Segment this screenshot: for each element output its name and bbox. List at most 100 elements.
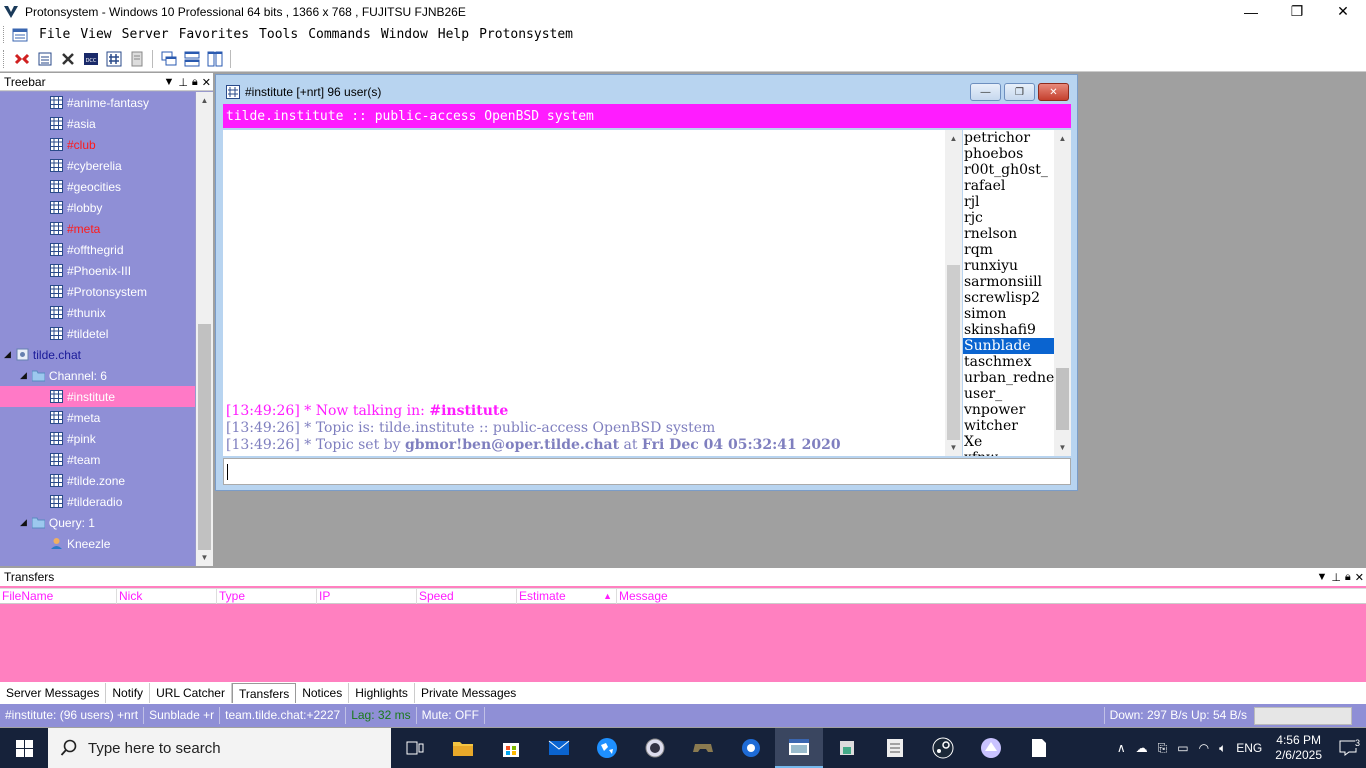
cascade-button[interactable] [157,48,180,70]
child-restore-button[interactable]: ❐ [1004,83,1035,101]
menu-favorites[interactable]: Favorites [174,27,254,42]
scroll-thumb[interactable] [1056,368,1069,430]
tree-item-channel[interactable]: #Protonsystem [0,281,195,302]
taskbar-app-orb[interactable] [631,728,679,768]
expand-arrow-icon[interactable]: ◢ [20,370,27,381]
disconnect-button[interactable] [10,48,33,70]
menu-commands[interactable]: Commands [303,27,376,42]
col-estimate[interactable]: Estimate ▲ [517,589,617,604]
show-hidden-icons[interactable]: ∧ [1112,741,1131,755]
tile-vertical-button[interactable] [203,48,226,70]
tab-server-messages[interactable]: Server Messages [0,683,107,703]
tree-item-channel[interactable]: #tilderadio [0,491,195,512]
clock[interactable]: 4:56 PM 2/6/2025 [1267,733,1330,763]
tree-item-channel[interactable]: #geocities [0,176,195,197]
col-nick[interactable]: Nick [117,589,217,604]
volume-icon[interactable]: 🔈︎ [1214,741,1231,756]
taskbar-protonsystem[interactable] [775,728,823,768]
language-indicator[interactable]: ENG [1231,741,1267,755]
minimize-button[interactable]: — [1228,0,1274,23]
pin-icon[interactable]: ⊥ [178,76,188,89]
menu-view[interactable]: View [75,27,116,42]
dropdown-icon[interactable]: ▼ [163,76,174,88]
taskbar-browser[interactable] [583,728,631,768]
tree-item-channel[interactable]: #tilde.zone [0,470,195,491]
lock-icon[interactable]: 🔒︎ [192,76,198,89]
message-input[interactable] [223,458,1071,485]
taskbar-file-explorer[interactable] [439,728,487,768]
tree-item-channel[interactable]: #club [0,134,195,155]
tree-item-channel[interactable]: #cyberelia [0,155,195,176]
child-minimize-button[interactable]: — [970,83,1001,101]
col-ip[interactable]: IP [317,589,417,604]
tree-item-channel[interactable]: #asia [0,113,195,134]
mdi-window-icon[interactable] [12,27,28,43]
tree-item-folder[interactable]: ◢ Channel: 6 [0,365,195,386]
menubar-grip[interactable] [3,26,6,43]
scroll-thumb[interactable] [198,324,211,550]
task-view-button[interactable] [391,728,439,768]
scroll-up-arrow[interactable]: ▲ [196,92,213,109]
wifi-icon[interactable]: ◠ [1194,741,1214,755]
tree-item-channel[interactable]: #pink [0,428,195,449]
onedrive-icon[interactable]: ☁ [1131,741,1153,755]
scroll-down-arrow[interactable]: ▼ [945,439,962,456]
dropdown-icon[interactable]: ▼ [1316,571,1327,583]
tab-highlights[interactable]: Highlights [349,683,415,703]
col-message[interactable]: Message [617,589,1366,604]
tree-item-channel[interactable]: #institute [0,386,195,407]
taskbar-security[interactable] [823,728,871,768]
tree-item-channel[interactable]: #meta [0,407,195,428]
taskbar-app-purple[interactable] [967,728,1015,768]
message-scrollbar[interactable]: ▲ ▼ [945,130,962,456]
menu-protonsystem[interactable]: Protonsystem [474,27,578,42]
notes-button[interactable] [125,48,148,70]
tree-item-channel[interactable]: #meta [0,218,195,239]
tree-item-channel[interactable]: #anime-fantasy [0,92,195,113]
start-button[interactable] [0,728,48,768]
scroll-down-arrow[interactable]: ▼ [1054,439,1071,456]
topic-bar[interactable]: tilde.institute :: public-access OpenBSD… [223,104,1071,128]
col-speed[interactable]: Speed [417,589,517,604]
restore-button[interactable]: ❐ [1274,0,1320,23]
close-button[interactable]: ✕ [1320,0,1366,23]
pin-icon[interactable]: ⊥ [1331,571,1341,584]
menu-help[interactable]: Help [433,27,474,42]
close-icon[interactable]: ✕ [1355,571,1364,584]
taskbar-notepad[interactable] [871,728,919,768]
expand-arrow-icon[interactable]: ◢ [20,517,27,528]
col-filename[interactable]: FileName [0,589,117,604]
tree-item-channel[interactable]: #thunix [0,302,195,323]
options-button[interactable] [56,48,79,70]
message-area[interactable]: [13:49:26] * Now talking in: #institute[… [223,130,945,456]
tree-item-folder[interactable]: ◢ Query: 1 [0,512,195,533]
channels-button[interactable] [102,48,125,70]
menu-window[interactable]: Window [376,27,433,42]
tree-item-channel[interactable]: #team [0,449,195,470]
taskbar-app-blue[interactable] [727,728,775,768]
expand-arrow-icon[interactable]: ◢ [4,349,11,360]
notification-center-button[interactable]: 3 [1330,728,1366,768]
taskbar-mail[interactable] [535,728,583,768]
dcc-button[interactable]: DCC [79,48,102,70]
taskbar-search[interactable]: Type here to search [48,728,391,768]
tree-item-query[interactable]: Kneezle [0,533,195,554]
scroll-up-arrow[interactable]: ▲ [945,130,962,147]
tree-item-channel[interactable]: #Phoenix-III [0,260,195,281]
close-icon[interactable]: ✕ [202,76,211,89]
tree-item-channel[interactable]: #tildetel [0,323,195,344]
tree-item-server[interactable]: ◢ tilde.chat [0,344,195,365]
tab-transfers[interactable]: Transfers [231,683,297,703]
tab-private-messages[interactable]: Private Messages [415,683,522,703]
scroll-thumb[interactable] [947,265,960,440]
channel-list-button[interactable] [33,48,56,70]
usb-icon[interactable]: ⎘ [1153,741,1173,756]
battery-icon[interactable]: ▭ [1172,741,1193,755]
tab-url-catcher[interactable]: URL Catcher [150,683,232,703]
taskbar-document[interactable] [1015,728,1063,768]
tab-notices[interactable]: Notices [296,683,350,703]
child-close-button[interactable]: ✕ [1038,83,1069,101]
scroll-up-arrow[interactable]: ▲ [1054,130,1071,147]
tile-horizontal-button[interactable] [180,48,203,70]
lock-icon[interactable]: 🔒︎ [1345,571,1351,584]
